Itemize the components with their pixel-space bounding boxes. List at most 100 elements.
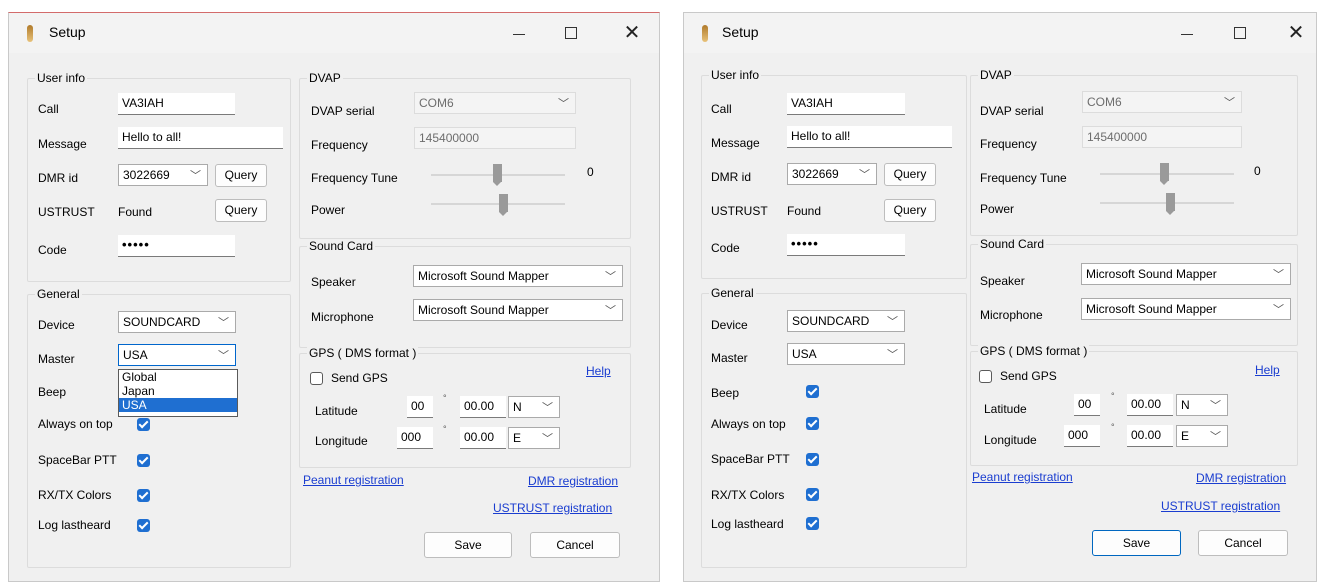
always-on-top-label: Always on top: [38, 417, 113, 431]
microphone-select[interactable]: Microsoft Sound Mapper ﹀: [413, 299, 623, 321]
dvap-serial-select[interactable]: COM6 ﹀: [414, 92, 576, 114]
ustrust-registration-link[interactable]: USTRUST registration: [1161, 499, 1280, 513]
always-on-top-checkbox[interactable]: [137, 418, 150, 431]
frequency-input[interactable]: 145400000: [414, 127, 576, 149]
master-dropdown-list[interactable]: Global Japan USA: [118, 369, 238, 417]
dmr-id-select[interactable]: 3022669 ﹀: [787, 163, 877, 185]
call-label: Call: [38, 102, 59, 116]
call-label: Call: [711, 102, 732, 116]
peanut-registration-link[interactable]: Peanut registration: [972, 470, 1073, 484]
close-button[interactable]: ✕: [1276, 19, 1316, 47]
rxtx-colors-checkbox[interactable]: [137, 489, 150, 502]
dmr-registration-link[interactable]: DMR registration: [528, 474, 618, 488]
close-button[interactable]: ✕: [612, 19, 652, 47]
send-gps-label: Send GPS: [1000, 369, 1057, 383]
group-title: User info: [709, 68, 762, 82]
dmr-registration-link[interactable]: DMR registration: [1196, 471, 1286, 485]
save-button[interactable]: Save: [424, 532, 512, 558]
microphone-select[interactable]: Microsoft Sound Mapper ﹀: [1081, 298, 1291, 320]
cancel-button[interactable]: Cancel: [1198, 530, 1288, 556]
longitude-degrees-input[interactable]: 000: [1064, 425, 1100, 447]
cancel-button[interactable]: Cancel: [530, 532, 620, 558]
maximize-button[interactable]: [1220, 19, 1260, 47]
send-gps-checkbox[interactable]: [979, 370, 992, 383]
speaker-select[interactable]: Microsoft Sound Mapper ﹀: [413, 265, 623, 287]
master-select[interactable]: USA ﹀: [118, 344, 236, 366]
call-input[interactable]: VA3IAH: [787, 93, 905, 115]
ustrust-query-button[interactable]: Query: [884, 199, 936, 222]
message-label: Message: [711, 136, 760, 150]
beep-checkbox[interactable]: [806, 385, 819, 398]
dvap-serial-select[interactable]: COM6 ﹀: [1082, 91, 1242, 113]
gps-help-link[interactable]: Help: [586, 364, 611, 378]
title-bar: Setup ✕: [684, 13, 1316, 53]
group-title: DVAP: [978, 68, 1014, 82]
latitude-degrees-input[interactable]: 00: [407, 396, 433, 418]
chevron-down-icon: ﹀: [859, 169, 870, 181]
latitude-direction-select[interactable]: N ﹀: [1176, 394, 1228, 416]
dmr-query-button[interactable]: Query: [884, 163, 936, 186]
power-slider[interactable]: [1166, 193, 1175, 215]
dmr-id-value: 3022669: [123, 168, 170, 182]
master-option[interactable]: Japan: [119, 384, 237, 398]
degree-symbol: °: [1111, 391, 1115, 401]
frequency-tune-slider[interactable]: [493, 164, 502, 186]
latitude-label: Latitude: [315, 404, 358, 418]
degree-symbol: °: [443, 393, 447, 403]
device-select[interactable]: SOUNDCARD ﹀: [787, 310, 905, 332]
dmr-id-select[interactable]: 3022669 ﹀: [118, 164, 208, 186]
latitude-direction-select[interactable]: N ﹀: [508, 396, 560, 418]
longitude-minutes-input[interactable]: 00.00: [1127, 425, 1173, 447]
master-select[interactable]: USA ﹀: [787, 343, 905, 365]
log-lastheard-checkbox[interactable]: [806, 517, 819, 530]
master-option-selected[interactable]: USA: [119, 398, 237, 412]
frequency-tune-value: 0: [587, 165, 594, 179]
latitude-minutes-input[interactable]: 00.00: [1127, 394, 1173, 416]
longitude-degrees-input[interactable]: 000: [397, 427, 433, 449]
latitude-degrees-input[interactable]: 00: [1074, 394, 1100, 416]
message-input[interactable]: Hello to all!: [118, 127, 283, 149]
app-icon: [702, 25, 708, 42]
latitude-label: Latitude: [984, 402, 1027, 416]
minimize-button[interactable]: [499, 19, 539, 47]
master-option[interactable]: Global: [119, 370, 237, 384]
chevron-down-icon: ﹀: [1210, 400, 1221, 412]
peanut-registration-link[interactable]: Peanut registration: [303, 473, 404, 487]
log-lastheard-checkbox[interactable]: [137, 519, 150, 532]
code-input[interactable]: •••••: [787, 234, 905, 256]
setup-window-right: Setup ✕ User info Call VA3IAH Message He…: [683, 12, 1317, 582]
frequency-tune-slider[interactable]: [1160, 163, 1169, 185]
message-input[interactable]: Hello to all!: [787, 126, 952, 148]
always-on-top-checkbox[interactable]: [806, 417, 819, 430]
dmr-query-button[interactable]: Query: [215, 164, 267, 187]
code-label: Code: [38, 243, 67, 257]
minimize-button[interactable]: [1167, 19, 1207, 47]
send-gps-checkbox[interactable]: [310, 372, 323, 385]
dvap-serial-label: DVAP serial: [311, 104, 375, 118]
group-title: DVAP: [307, 71, 343, 85]
frequency-input[interactable]: 145400000: [1082, 126, 1242, 148]
chevron-down-icon: ﹀: [542, 433, 553, 445]
window-title: Setup: [722, 24, 759, 40]
speaker-select[interactable]: Microsoft Sound Mapper ﹀: [1081, 263, 1291, 285]
maximize-button[interactable]: [551, 19, 591, 47]
ustrust-query-button[interactable]: Query: [215, 199, 267, 222]
gps-help-link[interactable]: Help: [1255, 363, 1280, 377]
call-input[interactable]: VA3IAH: [118, 93, 235, 115]
longitude-direction-select[interactable]: E ﹀: [508, 427, 560, 449]
spacebar-ptt-checkbox[interactable]: [137, 454, 150, 467]
power-label: Power: [311, 203, 346, 217]
longitude-minutes-input[interactable]: 00.00: [460, 427, 506, 449]
spacebar-ptt-label: SpaceBar PTT: [711, 452, 790, 466]
device-select[interactable]: SOUNDCARD ﹀: [118, 311, 236, 333]
microphone-value: Microsoft Sound Mapper: [418, 303, 549, 317]
ustrust-registration-link[interactable]: USTRUST registration: [493, 501, 612, 515]
latitude-minutes-input[interactable]: 00.00: [460, 396, 506, 418]
device-value: SOUNDCARD: [792, 314, 870, 328]
spacebar-ptt-checkbox[interactable]: [806, 453, 819, 466]
longitude-direction-select[interactable]: E ﹀: [1176, 425, 1228, 447]
rxtx-colors-checkbox[interactable]: [806, 488, 819, 501]
power-slider[interactable]: [499, 194, 508, 216]
code-input[interactable]: •••••: [118, 235, 235, 257]
save-button[interactable]: Save: [1092, 530, 1181, 556]
